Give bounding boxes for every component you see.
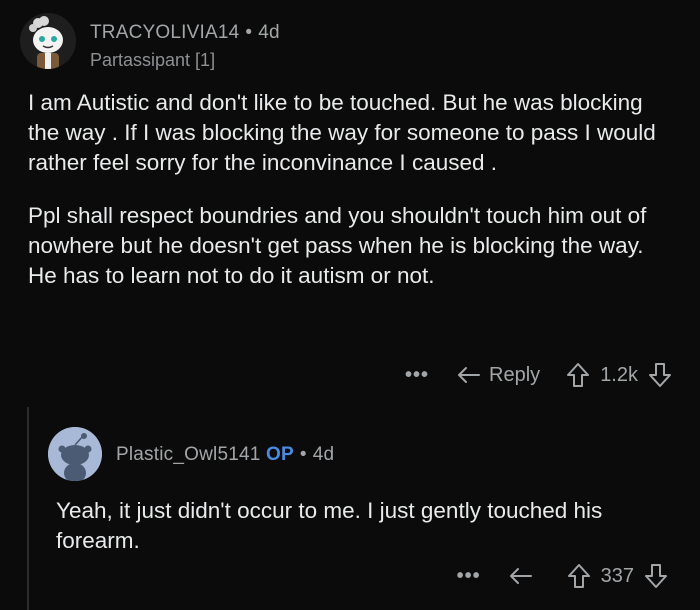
thread-line[interactable]: [27, 407, 29, 610]
comment: TRACYOLIVIA14 • 4d Partassipant [1] I am A…: [0, 0, 700, 400]
reply-arrow-icon: [509, 568, 532, 584]
comment-age: 4d: [312, 444, 335, 465]
reply-button[interactable]: Reply: [457, 364, 540, 387]
reply-button[interactable]: [509, 566, 541, 586]
upvote-arrow-icon[interactable]: [566, 362, 590, 388]
separator-dot: •: [245, 22, 253, 43]
vote-score: 337: [600, 564, 634, 587]
vote-controls: 337: [567, 563, 668, 589]
comment-body: Yeah, it just didn't occur to me. I just…: [56, 498, 603, 553]
snoo-avatar-icon: [48, 427, 102, 481]
op-badge: OP: [266, 444, 294, 465]
username-line: TRACYOLIVIA14 • 4d: [90, 22, 280, 44]
user-flair: Partassipant [1]: [90, 50, 216, 70]
username-line: Plastic_Owl5141 OP • 4d: [116, 444, 334, 466]
comment-actions: ••• Reply 1.2k: [405, 362, 672, 388]
avatar[interactable]: [48, 427, 102, 481]
comment-age: 4d: [258, 22, 280, 43]
avatar[interactable]: [20, 13, 76, 69]
vote-score: 1.2k: [600, 363, 638, 386]
downvote-arrow-icon[interactable]: [648, 362, 672, 388]
comment-paragraph: I am Autistic and don't like to be touch…: [28, 90, 656, 175]
username[interactable]: Plastic_Owl5141: [116, 444, 261, 465]
comment-body: I am Autistic and don't like to be touch…: [28, 88, 678, 314]
more-options-button[interactable]: •••: [405, 364, 429, 387]
username[interactable]: TRACYOLIVIA14: [90, 22, 239, 43]
upvote-arrow-icon[interactable]: [567, 563, 591, 589]
more-options-button[interactable]: •••: [457, 565, 481, 588]
comment-actions: ••• 337: [457, 563, 668, 589]
vote-controls: 1.2k: [566, 362, 672, 388]
reply-label: Reply: [489, 363, 541, 386]
downvote-arrow-icon[interactable]: [644, 563, 668, 589]
comment-paragraph: Ppl shall respect boundries and you shou…: [28, 203, 647, 288]
reply-arrow-icon: [458, 367, 481, 383]
user-avatar-icon: [20, 13, 76, 69]
separator-dot: •: [299, 444, 307, 465]
